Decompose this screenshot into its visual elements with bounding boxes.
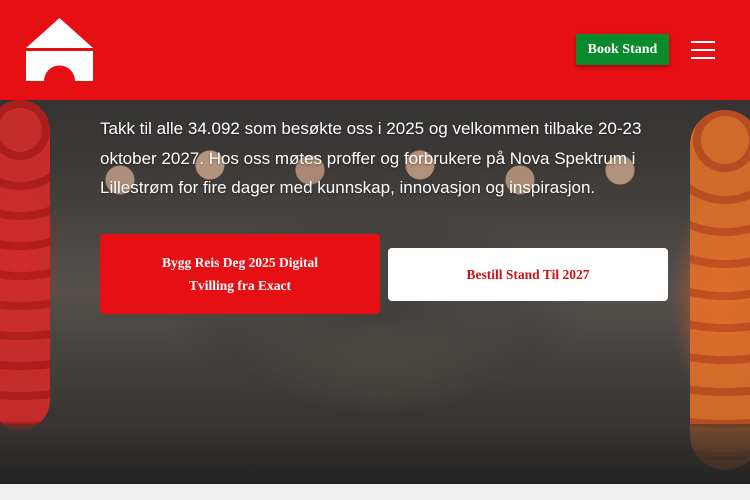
balloons-left-image bbox=[0, 100, 50, 430]
stand-tent-logo-icon[interactable] bbox=[26, 18, 93, 81]
site-header: Book Stand bbox=[0, 0, 750, 100]
order-stand-button[interactable]: Bestill Stand Til 2027 bbox=[388, 248, 668, 301]
floor-shade bbox=[0, 424, 750, 484]
hamburger-menu-icon[interactable] bbox=[689, 38, 717, 62]
digital-twin-button[interactable]: Bygg Reis Deg 2025 Digital Tvilling fra … bbox=[100, 234, 380, 314]
digital-twin-button-label: Bygg Reis Deg 2025 Digital Tvilling fra … bbox=[162, 255, 318, 293]
order-stand-button-label: Bestill Stand Til 2027 bbox=[466, 266, 590, 282]
book-stand-button[interactable]: Book Stand bbox=[576, 34, 669, 65]
hero-intro-text: Takk til alle 34.092 som besøkte oss i 2… bbox=[100, 119, 642, 197]
